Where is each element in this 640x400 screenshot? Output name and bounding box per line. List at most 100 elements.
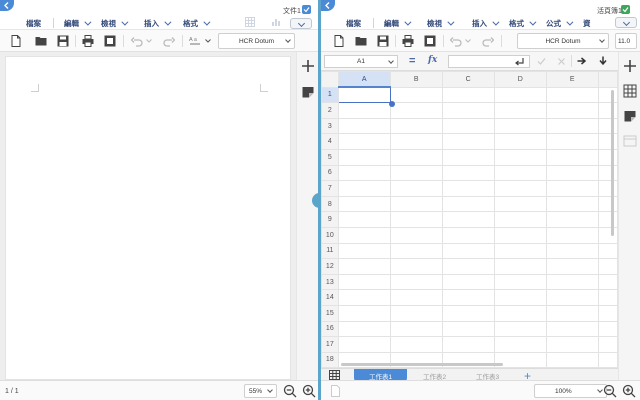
vertical-scrollbar[interactable]: [611, 90, 614, 236]
format-paint-icon[interactable]: Aa: [189, 35, 201, 47]
cell[interactable]: [441, 304, 495, 322]
cell[interactable]: [545, 242, 599, 260]
cell[interactable]: [493, 242, 547, 260]
select-all-corner[interactable]: [321, 71, 339, 88]
plus-icon[interactable]: [301, 59, 315, 73]
cell[interactable]: [337, 273, 391, 291]
menu-file[interactable]: 檔案: [26, 18, 41, 29]
cell[interactable]: [597, 180, 618, 197]
cell[interactable]: [389, 180, 443, 197]
cell[interactable]: [389, 164, 443, 182]
cell[interactable]: [441, 180, 495, 197]
zoom-select[interactable]: 100%: [534, 384, 607, 398]
cell[interactable]: [493, 164, 547, 182]
save-status-check[interactable]: [621, 5, 630, 14]
cell[interactable]: [597, 117, 618, 135]
chevron-down-icon[interactable]: [205, 39, 211, 43]
cell[interactable]: [545, 211, 599, 228]
cell[interactable]: [597, 289, 618, 306]
cell[interactable]: [441, 133, 495, 150]
sheet-grid-icon[interactable]: [329, 370, 340, 380]
column-header[interactable]: C: [441, 71, 495, 88]
enter-icon[interactable]: [515, 58, 524, 66]
document-page[interactable]: [5, 56, 291, 380]
zoom-out-icon[interactable]: [283, 384, 297, 398]
menu-view[interactable]: 檢視: [101, 18, 129, 29]
cell[interactable]: [545, 86, 599, 104]
cell[interactable]: [597, 226, 618, 244]
redo-icon[interactable]: [482, 35, 494, 47]
row-header[interactable]: 6: [321, 164, 339, 182]
row-header[interactable]: 8: [321, 195, 339, 213]
cell[interactable]: [389, 226, 443, 244]
cell[interactable]: [545, 320, 599, 338]
menu-insert[interactable]: 插入: [144, 18, 172, 29]
memo-icon[interactable]: [301, 85, 315, 99]
cell[interactable]: [493, 86, 547, 104]
cell[interactable]: [493, 258, 547, 275]
cell[interactable]: [389, 102, 443, 119]
font-family-select[interactable]: HCR Dotum: [218, 33, 295, 49]
cell[interactable]: [493, 273, 547, 291]
save-icon[interactable]: [377, 35, 389, 47]
row-header[interactable]: 14: [321, 289, 339, 306]
menu-format[interactable]: 格式: [509, 18, 537, 29]
cell[interactable]: [441, 102, 495, 119]
column-header[interactable]: E: [545, 71, 599, 88]
cell[interactable]: [545, 304, 599, 322]
cell[interactable]: [545, 117, 599, 135]
row-header[interactable]: 18: [321, 351, 339, 368]
row-header[interactable]: 11: [321, 242, 339, 260]
zoom-in-icon[interactable]: [302, 384, 316, 398]
pdf-icon[interactable]: [424, 35, 436, 47]
cell[interactable]: [337, 336, 391, 353]
cell[interactable]: [389, 148, 443, 166]
back-button[interactable]: [0, 0, 14, 11]
row-header[interactable]: 12: [321, 258, 339, 275]
cell[interactable]: [545, 164, 599, 182]
spreadsheet-grid[interactable]: A B C D E 1 2 3 4 5 6 7 8 9 10 11 12 13 14 15 16 17 18: [321, 71, 618, 368]
confirm-icon[interactable]: [537, 57, 546, 66]
cell[interactable]: [545, 351, 599, 368]
zoom-select[interactable]: 55%: [244, 384, 277, 398]
menu-view[interactable]: 檢視: [427, 18, 455, 29]
cell[interactable]: [441, 258, 495, 275]
row-header[interactable]: 4: [321, 133, 339, 150]
row-header[interactable]: 13: [321, 273, 339, 291]
cell[interactable]: [389, 273, 443, 291]
cell[interactable]: [337, 117, 391, 135]
arrow-right-icon[interactable]: [577, 56, 587, 66]
cell[interactable]: [493, 133, 547, 150]
chevron-down-icon[interactable]: [465, 39, 471, 43]
cell[interactable]: [389, 258, 443, 275]
cell[interactable]: [337, 164, 391, 182]
cell[interactable]: [493, 336, 547, 353]
cell[interactable]: [597, 273, 618, 291]
cell[interactable]: [493, 226, 547, 244]
cell[interactable]: [337, 102, 391, 119]
cell[interactable]: [441, 242, 495, 260]
undo-icon[interactable]: [450, 35, 462, 47]
row-header[interactable]: 10: [321, 226, 339, 244]
cell[interactable]: [493, 289, 547, 306]
cell[interactable]: [337, 211, 391, 228]
row-header[interactable]: 7: [321, 180, 339, 197]
cell[interactable]: [493, 117, 547, 135]
cell[interactable]: [597, 242, 618, 260]
row-header[interactable]: 15: [321, 304, 339, 322]
cell[interactable]: [545, 195, 599, 213]
cell[interactable]: [493, 148, 547, 166]
cell[interactable]: [441, 336, 495, 353]
row-header[interactable]: 1: [321, 86, 339, 104]
cell[interactable]: [337, 133, 391, 150]
cell[interactable]: [389, 304, 443, 322]
column-header[interactable]: D: [493, 71, 547, 88]
cell[interactable]: [441, 211, 495, 228]
cell[interactable]: [389, 289, 443, 306]
formula-equals-button[interactable]: =: [409, 55, 415, 67]
pdf-icon[interactable]: [104, 35, 116, 47]
cell[interactable]: [597, 195, 618, 213]
cell[interactable]: [337, 180, 391, 197]
arrow-down-icon[interactable]: [598, 56, 608, 66]
font-size-select[interactable]: 11.0: [615, 33, 637, 49]
